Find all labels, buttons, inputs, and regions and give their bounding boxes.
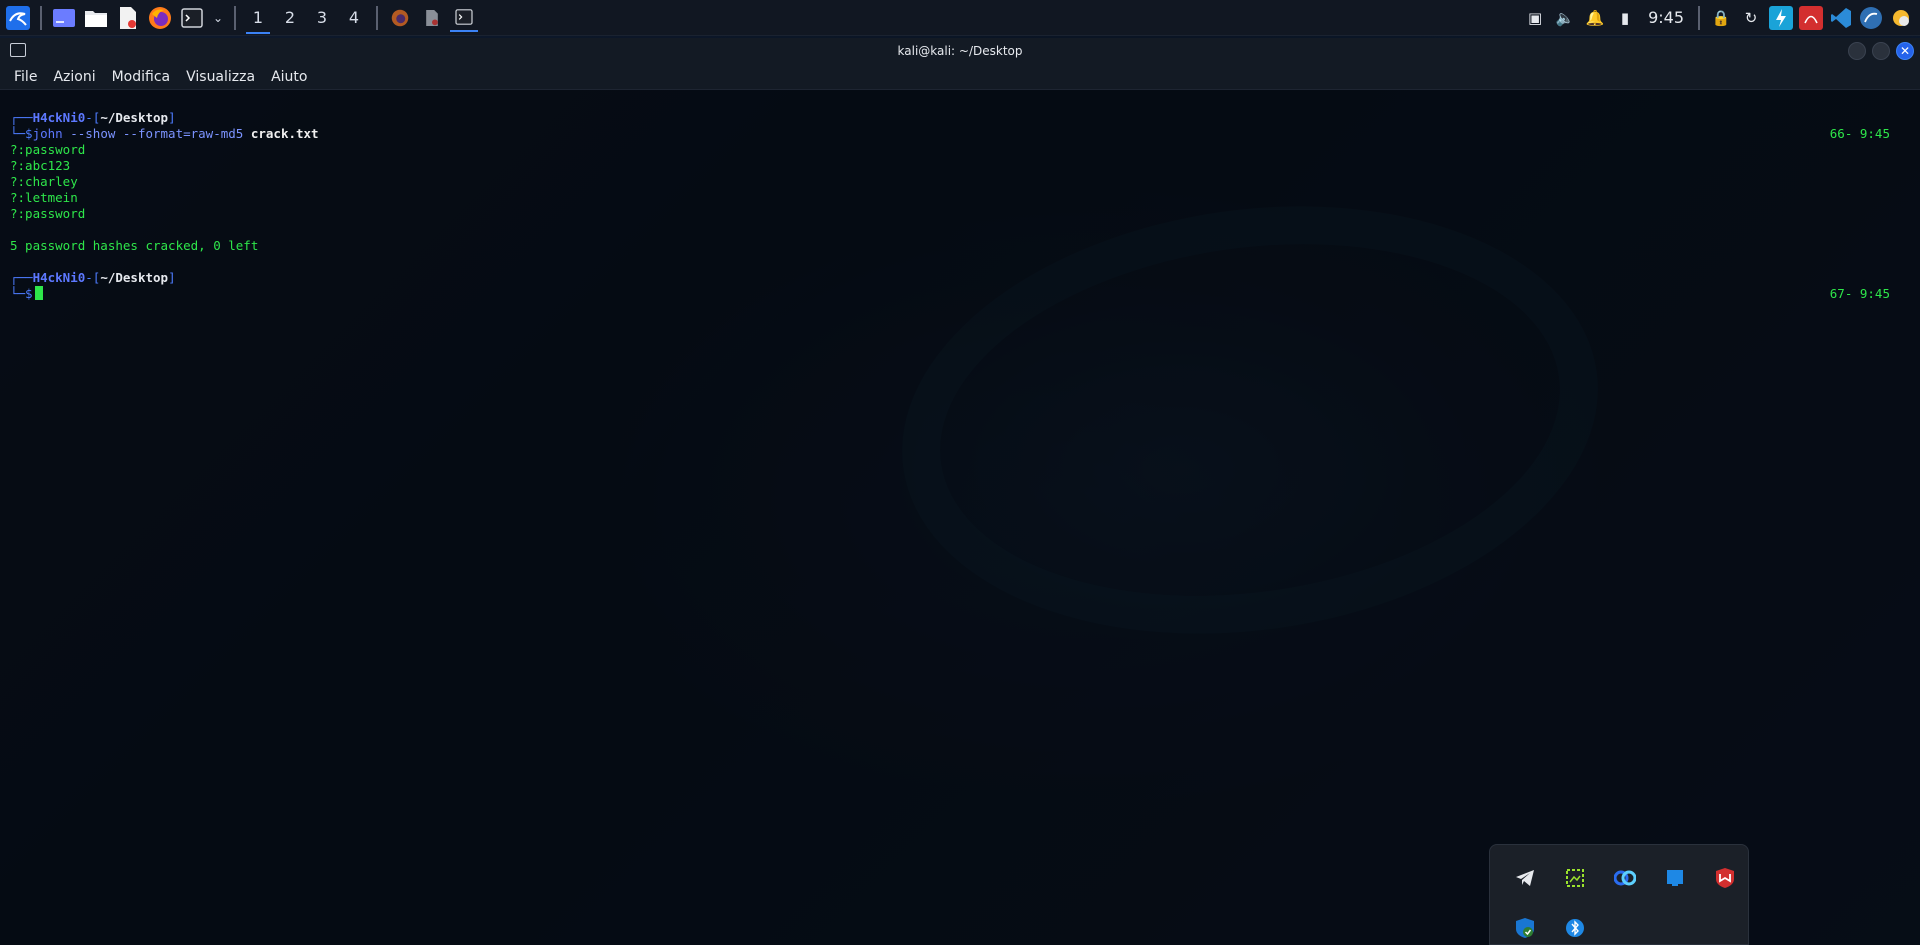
workspace-label: 4 <box>348 8 360 27</box>
clock[interactable]: 9:45 <box>1648 8 1684 27</box>
screenshot-tool-icon[interactable] <box>1550 853 1600 903</box>
terminal-window: kali@kali: ~/Desktop ✕ File Azioni Modif… <box>0 38 1920 945</box>
top-panel: ⌄ 1 2 3 4 ▣ 🔈 🔔 ▮ 9:45 🔒 ↻ <box>0 0 1920 36</box>
menu-aiuto[interactable]: Aiuto <box>263 69 315 85</box>
workspace-1[interactable]: 1 <box>242 0 274 36</box>
workspace-2[interactable]: 2 <box>274 0 306 36</box>
workspace-label: 2 <box>284 8 296 27</box>
window-terminal-icon <box>10 43 26 57</box>
panel-separator <box>1698 5 1700 30</box>
prompt-user: H4ckNi0 <box>32 270 86 285</box>
command-argument: crack.txt <box>250 126 319 141</box>
panel-separator <box>234 5 236 30</box>
webex-icon[interactable] <box>1600 853 1650 903</box>
prompt-arrow: └─$ <box>10 286 33 301</box>
command-flags: --show --format=raw-md5 <box>62 126 251 141</box>
panel-separator <box>40 5 42 30</box>
prompt-separator: -[ <box>85 110 101 125</box>
prompt-path: ~/Desktop <box>100 110 169 125</box>
window-title: kali@kali: ~/Desktop <box>897 44 1023 58</box>
input-line[interactable]: └─$ 67- 9:45 <box>10 286 1910 302</box>
output-line: ?:abc123 <box>10 158 71 173</box>
text-cursor <box>34 286 43 300</box>
notifications-icon[interactable]: 🔔 <box>1580 3 1610 33</box>
windows-app-icon[interactable] <box>1650 853 1700 903</box>
volume-icon[interactable]: 🔈 <box>1550 3 1580 33</box>
command-line: └─$john --show --format=raw-md5 crack.tx… <box>10 126 1910 142</box>
text-editor-icon[interactable] <box>114 4 142 32</box>
command-timestamp: 67- 9:45 <box>1829 286 1890 301</box>
dropdown-icon[interactable]: ⌄ <box>210 4 226 32</box>
lightning-icon[interactable] <box>1766 3 1796 33</box>
summary-line: 5 password hashes cracked, 0 left <box>10 238 259 253</box>
close-icon: ✕ <box>1899 44 1911 58</box>
prompt-line: ┌──H4ckNi0-[~/Desktop] <box>10 110 1910 126</box>
minimize-button[interactable] <box>1848 42 1866 60</box>
menu-modifica[interactable]: Modifica <box>104 69 179 85</box>
prompt-line: ┌──H4ckNi0-[~/Desktop] <box>10 270 1910 286</box>
terminal-icon[interactable] <box>178 4 206 32</box>
telegram-icon[interactable] <box>1500 853 1550 903</box>
system-tray-popup <box>1489 844 1749 945</box>
kali-menu-icon[interactable] <box>4 4 32 32</box>
screen-icon[interactable]: ▣ <box>1520 3 1550 33</box>
prompt-arrow: └─$ <box>10 126 33 141</box>
prompt-path: ~/Desktop <box>100 270 169 285</box>
menubar: File Azioni Modifica Visualizza Aiuto <box>0 64 1920 90</box>
pdf-icon[interactable] <box>1796 3 1826 33</box>
firefox-icon[interactable] <box>146 4 174 32</box>
prompt-user: H4ckNi0 <box>32 110 86 125</box>
close-button[interactable]: ✕ <box>1896 42 1914 60</box>
prompt-bracket: ] <box>168 110 176 125</box>
window-titlebar[interactable]: kali@kali: ~/Desktop ✕ <box>0 38 1920 64</box>
maximize-button[interactable] <box>1872 42 1890 60</box>
desktop-icon[interactable] <box>50 4 78 32</box>
prompt-bracket: ] <box>168 270 176 285</box>
command-timestamp: 66- 9:45 <box>1829 126 1890 141</box>
workspace-label: 3 <box>316 8 328 27</box>
prompt-corner: ┌── <box>10 270 33 285</box>
workspace-4[interactable]: 4 <box>338 0 370 36</box>
workspace-3[interactable]: 3 <box>306 0 338 36</box>
mcafee-icon[interactable] <box>1700 853 1750 903</box>
weather-icon[interactable] <box>1886 3 1916 33</box>
prompt-corner: ┌── <box>10 110 33 125</box>
panel-separator <box>376 5 378 30</box>
shield-check-icon[interactable] <box>1500 903 1550 945</box>
output-line: ?:letmein <box>10 190 78 205</box>
vscode-icon[interactable] <box>1826 3 1856 33</box>
running-text-editor-icon[interactable] <box>418 4 446 32</box>
menu-file[interactable]: File <box>6 69 45 85</box>
menu-visualizza[interactable]: Visualizza <box>178 69 263 85</box>
output-line: ?:password <box>10 142 86 157</box>
lock-icon[interactable]: 🔒 <box>1706 3 1736 33</box>
prompt-separator: -[ <box>85 270 101 285</box>
command-name: john <box>32 126 63 141</box>
output-line: ?:password <box>10 206 86 221</box>
kali-dragon-icon[interactable] <box>1856 3 1886 33</box>
workspace-label: 1 <box>252 8 264 27</box>
output-line: ?:charley <box>10 174 78 189</box>
refresh-icon[interactable]: ↻ <box>1736 3 1766 33</box>
running-firefox-icon[interactable] <box>386 4 414 32</box>
terminal-output[interactable]: ┌──H4ckNi0-[~/Desktop] └─$john --show --… <box>0 90 1920 945</box>
files-icon[interactable] <box>82 4 110 32</box>
running-terminal-icon[interactable] <box>450 4 478 32</box>
bluetooth-icon[interactable] <box>1550 903 1600 945</box>
battery-icon[interactable]: ▮ <box>1610 3 1640 33</box>
menu-azioni[interactable]: Azioni <box>45 69 103 85</box>
